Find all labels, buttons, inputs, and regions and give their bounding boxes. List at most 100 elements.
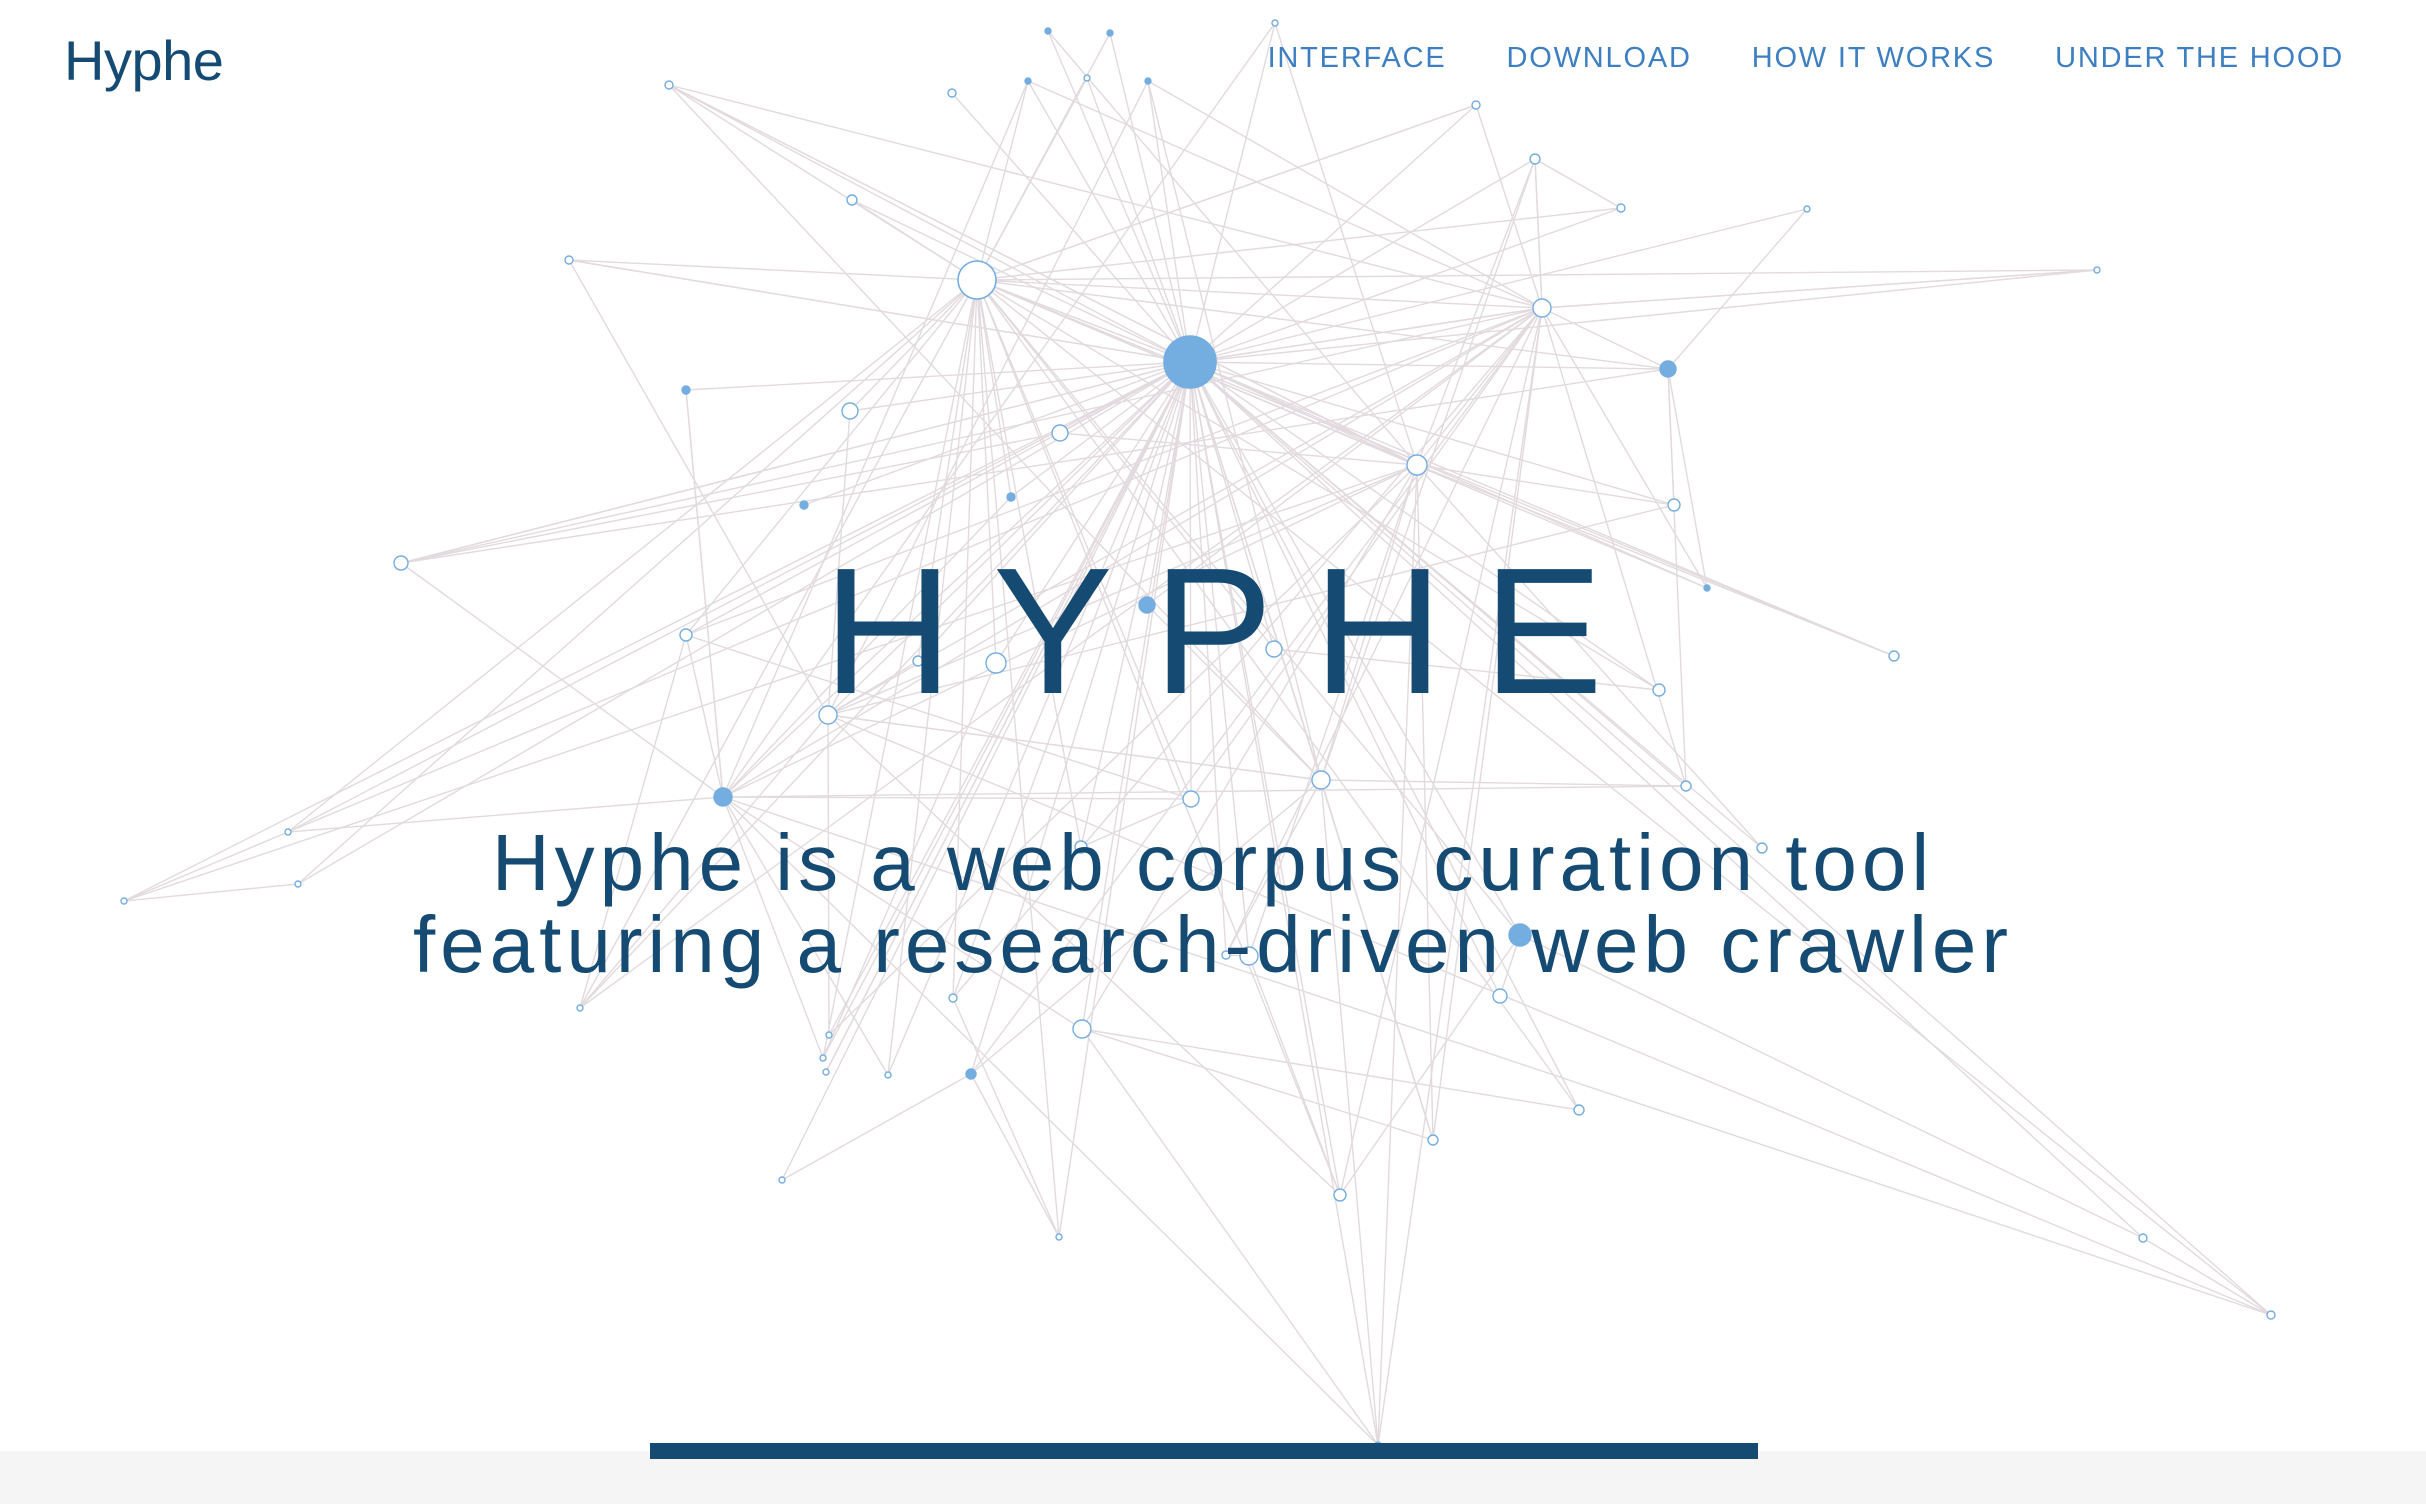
graph-nodes [120,19,2276,1449]
graph-edge [668,84,1418,466]
graph-node [819,1054,827,1062]
graph-edge [668,84,1191,363]
graph-edge [668,84,1543,309]
graph-edge [1534,158,1622,209]
graph-node [947,88,957,98]
graph-node [957,260,997,300]
graph-edge [976,279,1060,1238]
graph-node [846,194,858,206]
graph-node [948,993,958,1003]
graph-node [1144,77,1152,85]
graph-edge [952,997,1060,1238]
graph-node [1680,780,1692,792]
graph-edge [1189,158,1536,363]
graph-edge [1475,104,1543,309]
graph-edge [400,307,1543,564]
accent-bar [650,1443,1758,1459]
graph-node [564,255,574,265]
graph-edge [1189,104,1477,363]
graph-edge [1248,955,1341,1196]
graph-edge [1667,208,1808,370]
graph-node [1024,77,1032,85]
graph-node [1182,790,1200,808]
graph-node [1427,1134,1439,1146]
graph-node [778,1176,786,1184]
graph-node [713,787,733,807]
graph-node [2093,266,2101,274]
graph-node [1532,298,1552,318]
graph-edge [827,714,2272,1316]
graph-node [2266,1310,2276,1320]
graph-edge [1189,307,1543,363]
network-graph-background [120,19,2276,1449]
graph-node [1667,498,1681,512]
top-navigation: INTERFACE DOWNLOAD HOW IT WORKS UNDER TH… [1268,42,2344,75]
graph-node [2138,1233,2148,1243]
graph-edge [1541,307,1669,370]
graph-node [841,402,859,420]
graph-node [1406,454,1428,476]
graph-node [1006,492,1016,502]
graph-node [825,1031,833,1039]
graph-edge [1534,158,1543,309]
nav-link-under-the-hood[interactable]: UNDER THE HOOD [2055,42,2344,75]
graph-node [1106,29,1114,37]
graph-edge [2142,1237,2272,1316]
hero-tagline-line-1: Hyphe is a web corpus curation tool [491,818,1935,907]
graph-edge [1147,80,1543,309]
graph-edge [851,199,1191,363]
graph-node [1492,988,1508,1004]
graph-node [576,1004,584,1012]
graph-node [681,385,691,395]
graph-edge [781,1073,972,1181]
graph-edge [1320,779,1687,787]
graph-node [965,1068,977,1080]
graph-edge [685,361,1191,391]
hero-title: HYPHE [822,531,1644,732]
graph-node [1072,1019,1092,1039]
graph-node [1311,770,1331,790]
page: Hyphe INTERFACE DOWNLOAD HOW IT WORKS UN… [0,0,2426,1504]
graph-node [822,1068,830,1076]
graph-edge [976,207,1622,281]
graph-edge [1081,1028,1580,1111]
graph-edge [1189,361,1675,506]
graph-node [1051,424,1069,442]
graph-edge [976,104,1477,281]
nav-link-interface[interactable]: INTERFACE [1268,42,1447,75]
graph-node [1044,27,1052,35]
graph-edge [1147,80,1191,363]
brand-logo-link[interactable]: Hyphe [64,28,224,93]
graph-node [664,80,674,90]
graph-edge [668,84,978,281]
graph-edge [803,361,1191,506]
graph-edges [123,22,2272,1446]
graph-node [1333,1188,1347,1202]
graph-edge [1027,80,1191,363]
nav-link-how-it-works[interactable]: HOW IT WORKS [1752,42,1995,75]
graph-node [1659,360,1677,378]
graph-node [1271,19,1279,27]
graph-node [1616,203,1626,213]
graph-node [884,1071,892,1079]
graph-edge [1189,361,1669,370]
graph-edge [1541,269,2098,309]
graph-node [799,500,809,510]
graph-edge [970,1073,1060,1238]
graph-edge [976,269,2098,281]
graph-node [1573,1104,1585,1116]
graph-edge [976,80,1029,281]
graph-node [1163,335,1217,389]
graph-edge [722,785,1687,798]
graph-edge [951,92,1191,363]
graph-edge [976,32,1111,281]
graph-node [1471,100,1481,110]
hero-tagline-line-2: featuring a research-driven web crawler [412,900,2014,989]
graph-edge [1189,269,2098,363]
nav-link-download[interactable]: DOWNLOAD [1507,42,1692,75]
graph-edge [976,279,2272,1316]
hero-tagline: Hyphe is a web corpus curation tool feat… [0,822,2426,986]
graph-node [1083,74,1091,82]
graph-node [1529,153,1541,165]
graph-node [1803,205,1811,213]
